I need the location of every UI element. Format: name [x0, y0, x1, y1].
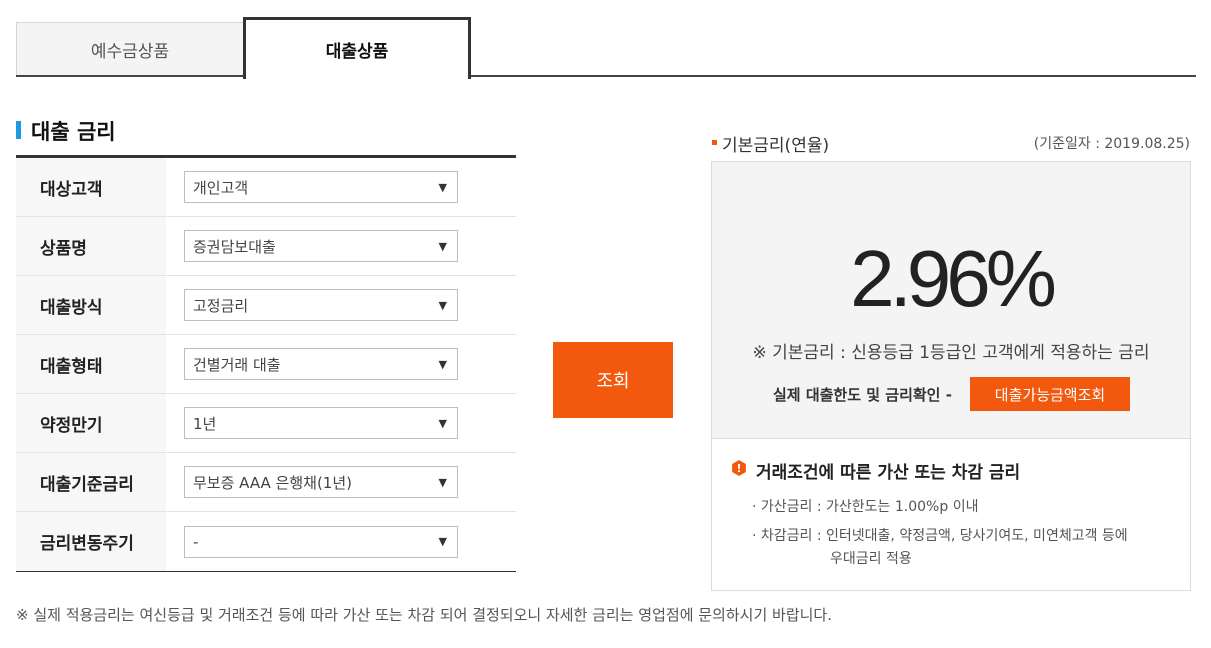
conditions-title: 거래조건에 따른 가산 또는 차감 금리	[756, 463, 1021, 483]
select-value: 개인고객	[193, 178, 249, 197]
rate-summary: 2.96% ※ 기본금리 : 신용등급 1등급인 고객에게 적용하는 금리 실제…	[712, 162, 1190, 439]
rate-check-text: 실제 대출한도 및 금리확인 -	[773, 386, 952, 404]
form-row-type: 대출형태 건별거래 대출 ▼	[16, 335, 516, 394]
search-button[interactable]: 조회	[553, 342, 673, 418]
section-title: 대출 금리	[31, 120, 116, 144]
caret-down-icon: ▼	[438, 298, 447, 312]
field-label: 대상고객	[16, 158, 166, 216]
type-select[interactable]: 건별거래 대출 ▼	[184, 348, 458, 380]
sub-rate-item-continued: 우대금리 적용	[830, 551, 912, 567]
caret-down-icon: ▼	[438, 239, 447, 253]
select-value: 건별거래 대출	[193, 355, 281, 374]
field-label: 금리변동주기	[16, 512, 166, 571]
rate-date: (기준일자 : 2019.08.25)	[1033, 136, 1190, 152]
base-rate-note: ※ 기본금리 : 신용등급 1등급인 고객에게 적용하는 금리	[752, 343, 1150, 363]
form-row-term: 약정만기 1년 ▼	[16, 394, 516, 453]
loan-limit-inquiry-button[interactable]: 대출가능금액조회	[970, 377, 1130, 411]
section-title-bar	[16, 121, 21, 139]
rate-panel: 2.96% ※ 기본금리 : 신용등급 1등급인 고객에게 적용하는 금리 실제…	[711, 161, 1191, 591]
rate-title-bullet	[712, 140, 717, 145]
rate-title: 기본금리(연율)	[722, 136, 830, 156]
field-label: 약정만기	[16, 394, 166, 452]
form-row-customer: 대상고객 개인고객 ▼	[16, 158, 516, 217]
caret-down-icon: ▼	[438, 475, 447, 489]
tab-deposit-products[interactable]: 예수금상품	[16, 22, 243, 76]
caret-down-icon: ▼	[438, 535, 447, 548]
field-label: 상품명	[16, 217, 166, 275]
select-value: 증권담보대출	[193, 237, 276, 256]
field-label: 대출형태	[16, 335, 166, 393]
caret-down-icon: ▼	[438, 180, 447, 194]
change-cycle-select[interactable]: - ▼	[184, 525, 458, 558]
form-row-change-cycle: 금리변동주기 - ▼	[16, 512, 516, 571]
form-row-product: 상품명 증권담보대출 ▼	[16, 217, 516, 276]
form-row-base-rate: 대출기준금리 무보증 AAA 은행채(1년) ▼	[16, 453, 516, 512]
select-value: -	[193, 532, 199, 551]
tab-underline	[16, 75, 1196, 77]
base-rate-value: 2.96%	[850, 234, 1057, 323]
select-value: 1년	[193, 414, 217, 433]
warning-icon: !	[732, 460, 746, 476]
term-select[interactable]: 1년 ▼	[184, 407, 458, 439]
field-label: 대출기준금리	[16, 453, 166, 511]
form-row-method: 대출방식 고정금리 ▼	[16, 276, 516, 335]
field-label: 대출방식	[16, 276, 166, 334]
add-rate-item: · 가산금리 : 가산한도는 1.00%p 이내	[752, 499, 979, 515]
select-value: 고정금리	[193, 296, 249, 315]
caret-down-icon: ▼	[438, 416, 447, 430]
loan-rate-form: 대상고객 개인고객 ▼ 상품명 증권담보대출 ▼ 대출방식 고정금리 ▼ 대출형태 건…	[16, 155, 516, 572]
tab-loan-products[interactable]: 대출상품	[243, 17, 471, 79]
product-select[interactable]: 증권담보대출 ▼	[184, 230, 458, 262]
sub-rate-item: · 차감금리 : 인터넷대출, 약정금액, 당사기여도, 미연체고객 등에	[752, 528, 1128, 544]
method-select[interactable]: 고정금리 ▼	[184, 289, 458, 321]
base-rate-select[interactable]: 무보증 AAA 은행채(1년) ▼	[184, 466, 458, 498]
footnote: ※ 실제 적용금리는 여신등급 및 거래조건 등에 따라 가산 또는 차감 되어…	[16, 606, 832, 624]
customer-select[interactable]: 개인고객 ▼	[184, 171, 458, 203]
select-value: 무보증 AAA 은행채(1년)	[193, 473, 353, 492]
caret-down-icon: ▼	[438, 357, 447, 371]
